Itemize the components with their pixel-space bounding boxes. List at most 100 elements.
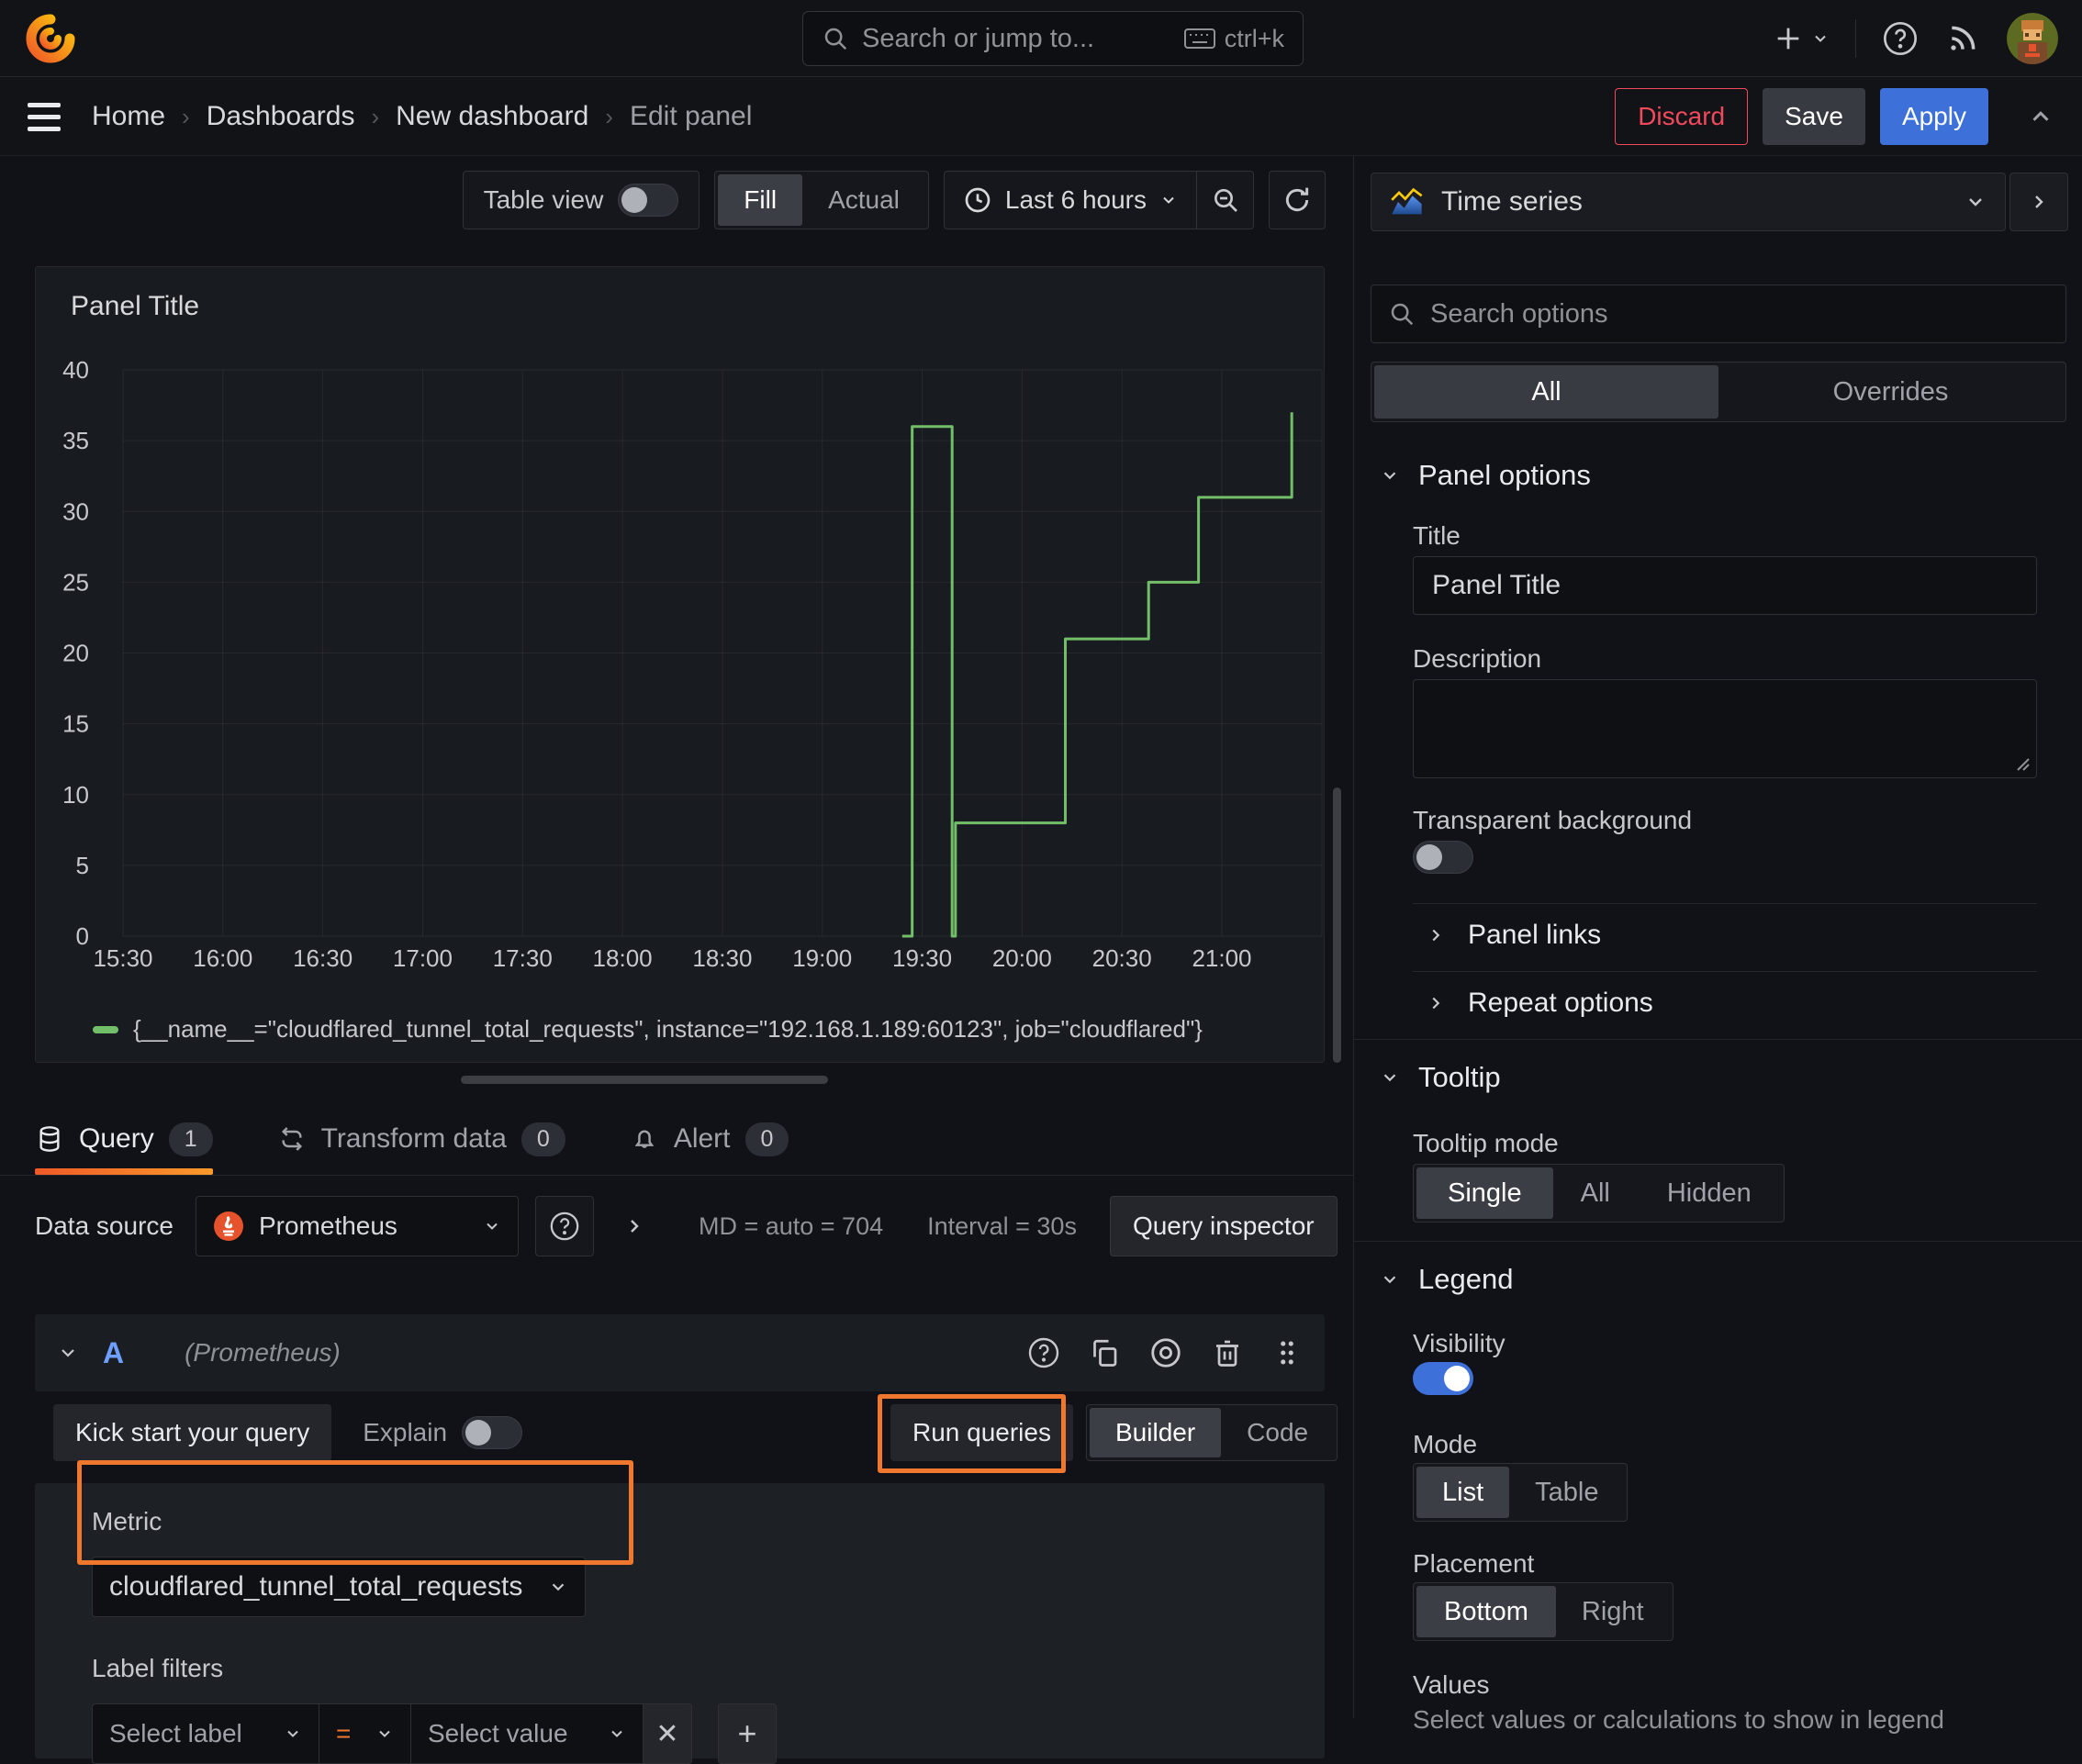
- kick-start-query-button[interactable]: Kick start your query: [53, 1404, 332, 1461]
- datasource-name: Prometheus: [258, 1211, 397, 1240]
- duplicate-query-icon[interactable]: [1088, 1336, 1121, 1369]
- expand-options-icon[interactable]: [623, 1215, 645, 1237]
- remove-filter-button[interactable]: ✕: [643, 1703, 692, 1764]
- help-icon[interactable]: [1882, 20, 1919, 57]
- add-menu-button[interactable]: [1773, 23, 1830, 54]
- refresh-button[interactable]: [1269, 171, 1326, 229]
- explain-toggle[interactable]: [462, 1416, 523, 1449]
- drag-handle-icon[interactable]: [1271, 1337, 1303, 1368]
- menu-toggle-icon[interactable]: [28, 102, 61, 131]
- transparent-background-toggle[interactable]: [1413, 841, 1473, 874]
- select-value-dropdown[interactable]: Select value: [410, 1703, 643, 1764]
- delete-query-icon[interactable]: [1211, 1336, 1244, 1369]
- y-axis-tick: 20: [62, 640, 89, 667]
- legend-placement-bottom[interactable]: Bottom: [1416, 1586, 1556, 1637]
- time-series-chart[interactable]: 0 5 10 15 20 25 30 35 40 15:30 16:00 16:30 17:00 17:3…: [36, 350, 1326, 1010]
- query-row-header[interactable]: A (Prometheus): [35, 1314, 1325, 1391]
- breadcrumb-new-dashboard[interactable]: New dashboard: [396, 101, 588, 132]
- operator-value: =: [336, 1719, 352, 1747]
- zoom-out-time-button[interactable]: [1196, 172, 1253, 229]
- breadcrumb-home[interactable]: Home: [92, 101, 165, 132]
- tooltip-section-title: Tooltip: [1418, 1061, 1501, 1093]
- series-color-swatch: [93, 1025, 118, 1033]
- collapse-pane-icon[interactable]: [2027, 103, 2054, 130]
- fill-option[interactable]: Fill: [718, 174, 803, 226]
- tooltip-section-header[interactable]: Tooltip: [1380, 1061, 1501, 1094]
- chevron-down-icon: [379, 1730, 390, 1737]
- legend-values-help: Select values or calculations to show in…: [1413, 1705, 1945, 1734]
- section-divider: [1354, 1039, 2082, 1040]
- news-rss-icon[interactable]: [1944, 20, 1981, 57]
- query-help-icon[interactable]: [1027, 1336, 1060, 1369]
- operator-dropdown[interactable]: =: [319, 1703, 410, 1764]
- x-axis-tick: 19:00: [792, 944, 852, 972]
- table-view-toggle[interactable]: [618, 184, 679, 217]
- tooltip-mode-hidden[interactable]: Hidden: [1638, 1167, 1781, 1219]
- tooltip-mode-all[interactable]: All: [1553, 1167, 1638, 1219]
- code-option[interactable]: Code: [1221, 1408, 1334, 1457]
- chevron-down-icon: [1969, 198, 1982, 207]
- prometheus-icon: [213, 1211, 244, 1242]
- run-queries-button[interactable]: Run queries: [890, 1404, 1073, 1461]
- x-axis-tick: 18:30: [692, 944, 752, 972]
- collapse-query-icon[interactable]: [57, 1342, 79, 1364]
- legend-item[interactable]: {__name__="cloudflared_tunnel_total_requ…: [93, 1015, 1203, 1044]
- description-textarea[interactable]: [1413, 679, 2037, 778]
- y-axis-tick: 0: [76, 922, 89, 950]
- grafana-logo[interactable]: [24, 12, 77, 65]
- legend-visibility-toggle[interactable]: [1413, 1362, 1473, 1395]
- discard-button[interactable]: Discard: [1615, 88, 1749, 145]
- y-axis-tick: 10: [62, 781, 89, 809]
- query-inspector-button[interactable]: Query inspector: [1109, 1196, 1338, 1256]
- actual-option[interactable]: Actual: [802, 174, 925, 226]
- datasource-row: Data source Prometheus MD = auto = 704 I…: [35, 1195, 1338, 1257]
- visualization-picker[interactable]: Time series: [1371, 173, 2006, 231]
- vertical-scrollbar[interactable]: [1333, 787, 1341, 1063]
- options-search-input[interactable]: Search options: [1371, 285, 2066, 343]
- tab-all[interactable]: All: [1374, 365, 1718, 419]
- query-count-badge: 1: [168, 1122, 213, 1156]
- save-button[interactable]: Save: [1763, 88, 1865, 145]
- panel-title-input[interactable]: Panel Title: [1413, 556, 2037, 615]
- search-placeholder: Search or jump to...: [862, 23, 1095, 53]
- tab-alert[interactable]: Alert 0: [630, 1103, 789, 1175]
- datasource-picker[interactable]: Prometheus: [195, 1196, 519, 1256]
- user-avatar[interactable]: [2007, 12, 2058, 64]
- explain-label: Explain: [363, 1418, 448, 1446]
- select-label-dropdown[interactable]: Select label: [92, 1703, 319, 1764]
- resize-handle-icon[interactable]: [2014, 755, 2031, 772]
- transparent-background-label: Transparent background: [1413, 806, 1693, 834]
- viz-suggestions-button[interactable]: [2009, 173, 2068, 231]
- repeat-options-section[interactable]: Repeat options: [1426, 988, 1653, 1019]
- global-search-input[interactable]: Search or jump to... ctrl+k: [802, 11, 1304, 66]
- legend-mode-list[interactable]: List: [1416, 1467, 1510, 1518]
- add-filter-button[interactable]: +: [718, 1703, 777, 1764]
- builder-option[interactable]: Builder: [1090, 1408, 1222, 1457]
- legend-placement-right[interactable]: Right: [1556, 1586, 1670, 1637]
- panel-options-header[interactable]: Panel options: [1380, 459, 1591, 492]
- y-axis-tick: 30: [62, 497, 89, 525]
- tab-query[interactable]: Query 1: [35, 1103, 213, 1175]
- chart-axis-labels: 0 5 10 15 20 25 30 35 40 15:30 16:00 16:30 17:00 17:3…: [62, 356, 1251, 972]
- fill-actual-switch: Fill Actual: [714, 171, 929, 229]
- chevron-right-icon: [1432, 929, 1440, 942]
- metric-select[interactable]: cloudflared_tunnel_total_requests: [92, 1557, 586, 1617]
- time-range-picker[interactable]: Last 6 hours: [945, 172, 1196, 229]
- breadcrumb-dashboards[interactable]: Dashboards: [207, 101, 355, 132]
- x-axis-tick: 18:00: [593, 944, 653, 972]
- toggle-query-visibility-icon[interactable]: [1148, 1335, 1183, 1370]
- apply-button[interactable]: Apply: [1879, 88, 1988, 145]
- panel-links-section[interactable]: Panel links: [1426, 920, 1601, 951]
- table-view-label: Table view: [483, 185, 604, 214]
- search-icon: [822, 25, 849, 52]
- tab-transform-data[interactable]: Transform data 0: [277, 1103, 565, 1175]
- refresh-icon: [1285, 187, 1309, 212]
- legend-section-header[interactable]: Legend: [1380, 1263, 1513, 1296]
- horizontal-scrollbar[interactable]: [461, 1076, 828, 1084]
- tab-overrides[interactable]: Overrides: [1718, 365, 2063, 419]
- datasource-help-button[interactable]: [534, 1196, 594, 1256]
- legend-mode-table[interactable]: Table: [1509, 1467, 1624, 1518]
- chevron-down-icon: [1383, 472, 1396, 480]
- tooltip-mode-single[interactable]: Single: [1416, 1167, 1553, 1219]
- top-nav-bar: Search or jump to... ctrl+k: [0, 0, 2082, 77]
